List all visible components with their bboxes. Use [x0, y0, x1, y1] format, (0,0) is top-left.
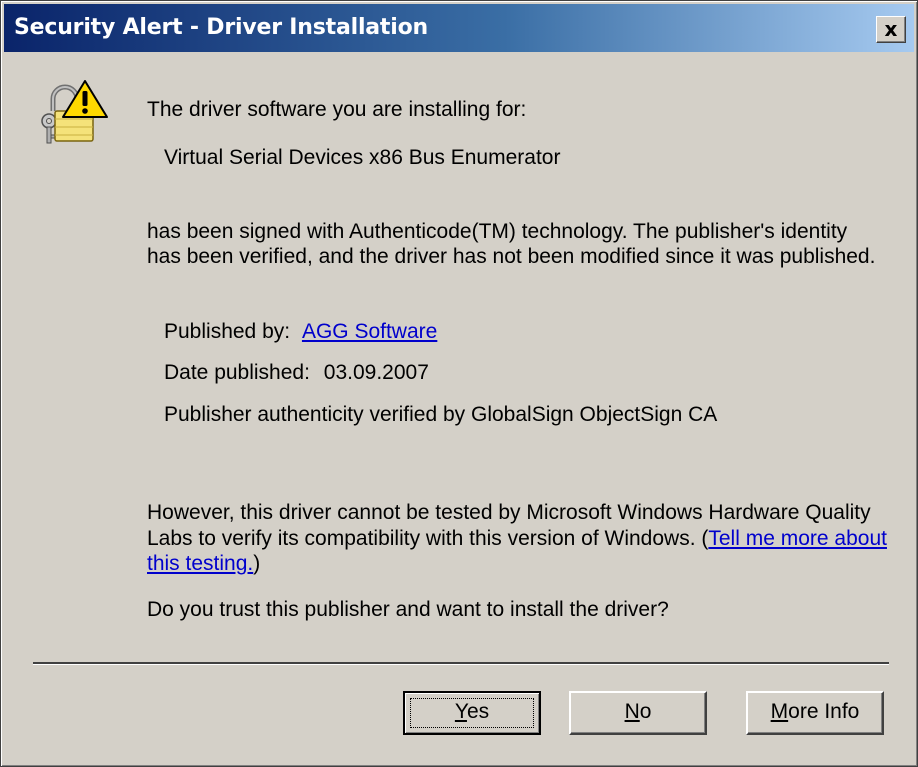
signed-text-line2: has been verified, and the driver has no…: [147, 245, 876, 268]
window-title: Security Alert - Driver Installation: [14, 15, 428, 40]
date-value: 03.09.2007: [323, 361, 429, 384]
device-name: Virtual Serial Devices x86 Bus Enumerato…: [164, 146, 561, 169]
publisher-link[interactable]: AGG Software: [302, 320, 437, 343]
yes-button[interactable]: Yes: [403, 691, 541, 735]
warning-text-line1: However, this driver cannot be tested by…: [147, 501, 871, 524]
security-alert-dialog: Security Alert - Driver Installation x T…: [0, 0, 918, 767]
no-button[interactable]: No: [569, 691, 707, 735]
verified-by-text: Publisher authenticity verified by Globa…: [164, 403, 718, 426]
warning-text-line3: this testing.): [147, 552, 260, 576]
close-button[interactable]: x: [876, 16, 906, 43]
divider: [33, 662, 889, 665]
intro-text: The driver software you are installing f…: [147, 98, 527, 121]
trust-question: Do you trust this publisher and want to …: [147, 598, 669, 621]
title-bar[interactable]: Security Alert - Driver Installation x: [4, 4, 914, 52]
signed-text-line1: has been signed with Authenticode(TM) te…: [147, 220, 848, 243]
warning-text-line2: Labs to verify its compatibility with th…: [147, 527, 887, 551]
date-row: Date published: 03.09.2007: [164, 361, 429, 385]
warning-lock-icon: [41, 80, 108, 144]
more-info-label: ore Info: [788, 700, 860, 723]
tell-me-more-link[interactable]: Tell me more about: [708, 527, 887, 550]
published-by-row: Published by: AGG Software: [164, 320, 437, 344]
published-by-label: Published by:: [164, 320, 291, 343]
no-mnemonic: N: [624, 700, 640, 723]
yes-mnemonic: Y: [454, 700, 467, 723]
warning-text-line2-prefix: Labs to verify its compatibility with th…: [147, 527, 709, 550]
date-label: Date published:: [164, 361, 310, 384]
no-label: o: [639, 700, 652, 723]
warning-text-close-paren: ): [253, 552, 261, 575]
yes-label: es: [466, 700, 490, 723]
tell-me-more-link-continued[interactable]: this testing.: [147, 552, 253, 575]
more-info-button[interactable]: More Info: [746, 691, 884, 735]
more-info-mnemonic: M: [770, 700, 789, 723]
